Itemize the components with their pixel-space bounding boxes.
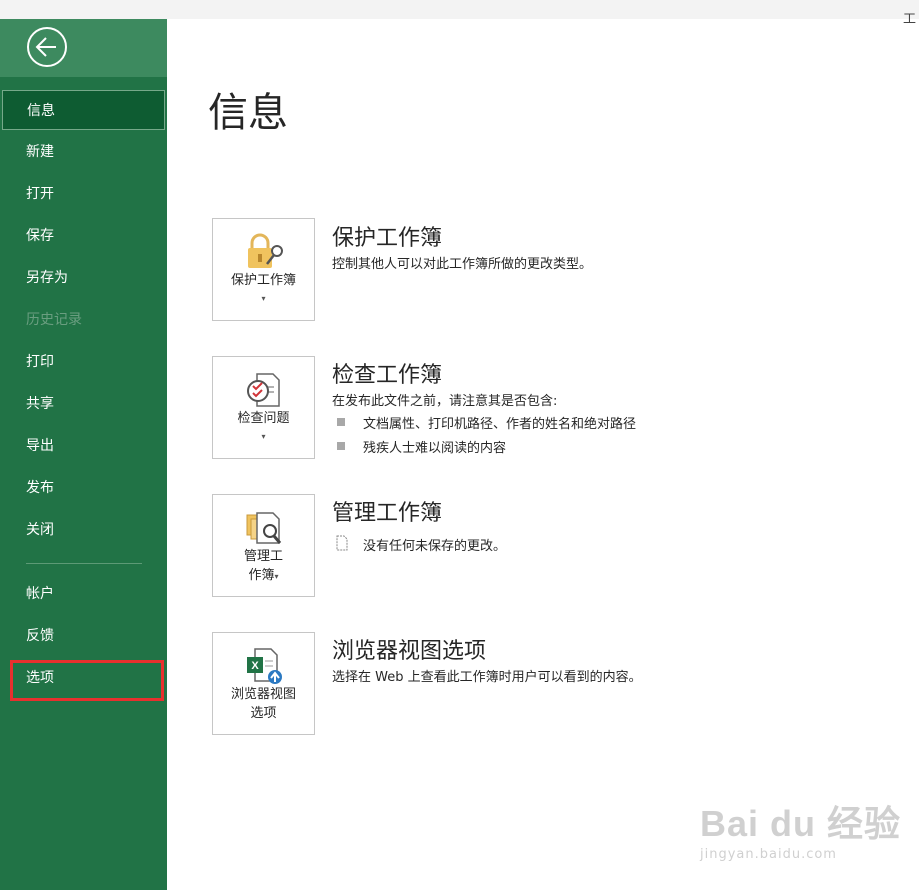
section-title-browser-view: 浏览器视图选项	[332, 639, 487, 664]
tile-label: 保护工作簿	[230, 273, 296, 288]
watermark: Bai du 经验 jingyan.baidu.com	[700, 795, 901, 862]
options-highlight-box	[10, 660, 164, 701]
bullet-icon	[337, 418, 345, 426]
section-title-inspect: 检查工作簿	[332, 363, 443, 388]
title-bar: 工	[0, 0, 919, 27]
lock-key-icon	[248, 233, 283, 268]
manage-workbook-button[interactable]: 管理工 作簿▾	[212, 494, 315, 597]
chevron-down-icon: ▾	[274, 572, 279, 581]
tile-label-line2: 作簿▾	[248, 568, 279, 583]
chevron-down-icon: ▾	[261, 432, 266, 441]
nav-item-save-as[interactable]: 另存为	[0, 258, 167, 298]
nav-item-info[interactable]: 信息	[2, 90, 165, 130]
inspect-document-icon	[247, 373, 280, 407]
check-issues-button[interactable]: 检查问题 ▾	[212, 356, 315, 459]
nav-item-feedback[interactable]: 反馈	[0, 616, 167, 656]
nav-item-open[interactable]: 打开	[0, 174, 167, 214]
sidebar-divider	[26, 563, 142, 564]
nav-item-new[interactable]: 新建	[0, 132, 167, 172]
protect-workbook-button[interactable]: 保护工作簿 ▾	[212, 218, 315, 321]
back-arrow-icon	[35, 37, 56, 57]
nav-item-print[interactable]: 打印	[0, 342, 167, 382]
section-title-protect: 保护工作簿	[332, 226, 443, 251]
tile-label: 管理工	[243, 549, 283, 564]
excel-web-icon: X	[247, 648, 282, 684]
document-icon	[336, 535, 348, 551]
backstage-sidebar: 信息 新建 打开 保存 另存为 历史记录 打印 共享 导出 发布 关闭 帐户 反…	[0, 19, 167, 890]
watermark-url: jingyan.baidu.com	[700, 847, 837, 862]
back-area	[0, 19, 167, 77]
bullet-text: 文档属性、打印机路径、作者的姓名和绝对路径	[363, 417, 637, 432]
nav-item-history: 历史记录	[26, 312, 82, 328]
bullet-icon	[337, 442, 345, 450]
manage-workbook-icon	[246, 512, 282, 544]
tile-label-line2: 选项	[250, 706, 277, 721]
nav-item-account[interactable]: 帐户	[0, 574, 167, 614]
nav-item-share[interactable]: 共享	[0, 384, 167, 424]
watermark-brand: Bai du 经验	[700, 803, 902, 844]
nav-item-close[interactable]: 关闭	[0, 510, 167, 550]
window-title: 工	[903, 12, 917, 27]
section-desc-protect: 控制其他人可以对此工作簿所做的更改类型。	[332, 257, 593, 272]
section-desc-browser-view: 选择在 Web 上查看此工作簿时用户可以看到的内容。	[332, 670, 642, 685]
nav-item-publish[interactable]: 发布	[0, 468, 167, 508]
tile-label: 浏览器视图	[230, 687, 296, 702]
nav-item-save[interactable]: 保存	[0, 216, 167, 256]
browser-view-options-button[interactable]: X 浏览器视图 选项	[212, 632, 315, 735]
page-title: 信息	[208, 90, 288, 136]
nav-item-export[interactable]: 导出	[0, 426, 167, 466]
section-desc-manage: 没有任何未保存的更改。	[363, 539, 507, 554]
section-title-manage: 管理工作簿	[332, 501, 443, 526]
bullet-text: 残疾人士难以阅读的内容	[363, 441, 507, 456]
section-desc-inspect: 在发布此文件之前，请注意其是否包含:	[332, 394, 558, 409]
chevron-down-icon: ▾	[261, 294, 266, 303]
back-button[interactable]	[27, 27, 67, 67]
tile-label: 检查问题	[237, 411, 290, 426]
svg-text:X: X	[251, 660, 259, 672]
